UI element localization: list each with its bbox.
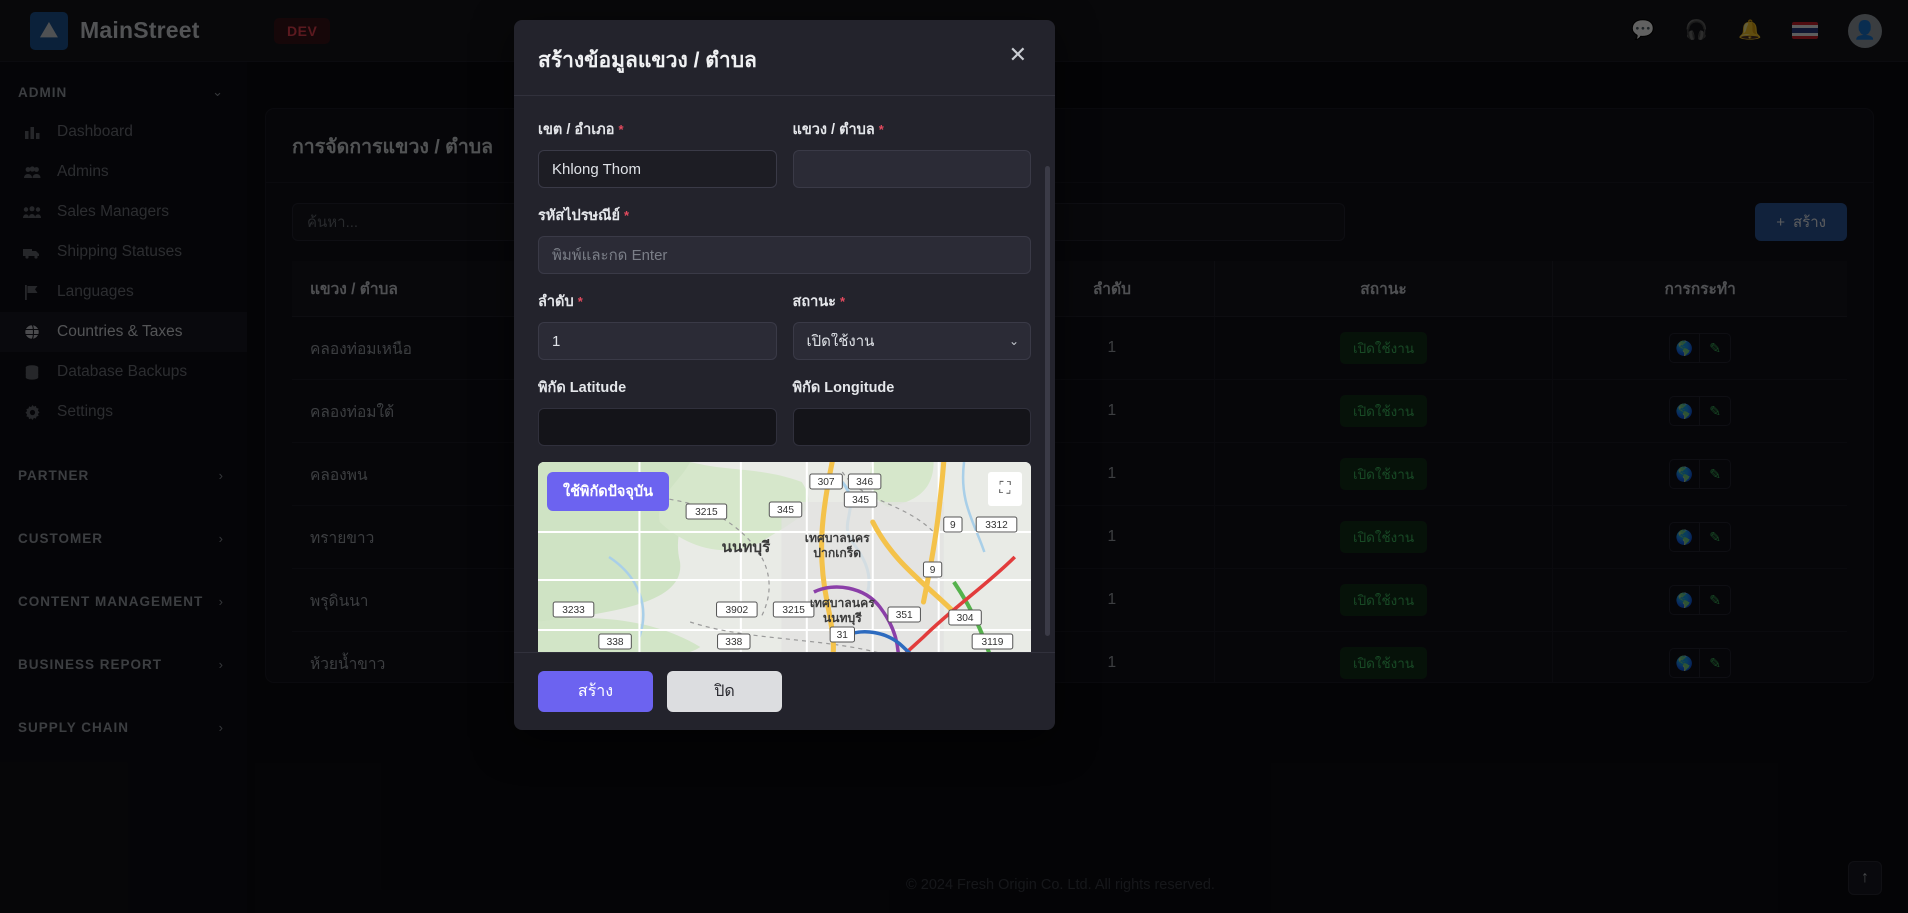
latitude-input[interactable] bbox=[538, 408, 777, 446]
district-label: เขต / อำเภอ * bbox=[538, 118, 777, 141]
longitude-label: พิกัด Longitude bbox=[792, 380, 895, 396]
svg-text:338: 338 bbox=[607, 637, 624, 648]
required-mark: * bbox=[840, 294, 846, 309]
form-row-4: พิกัด Latitude พิกัด Longitude bbox=[538, 376, 1031, 446]
svg-text:345: 345 bbox=[777, 505, 794, 516]
app-root: ⛰ MainStreet DEV 💬 🎧 🔔 👤 ADMIN ⌄ Dashboa bbox=[0, 0, 1908, 913]
order-label: ลำดับ * bbox=[538, 290, 777, 313]
modal-header: สร้างข้อมูลแขวง / ตำบล ✕ bbox=[514, 20, 1055, 96]
route-shield: 3233 bbox=[552, 601, 595, 618]
route-shield: 9 bbox=[943, 516, 963, 533]
field-status: สถานะ * เปิดใช้งานปิดใช้งาน ⌄ bbox=[792, 290, 1032, 360]
route-shield: 338 bbox=[598, 633, 632, 650]
longitude-input[interactable] bbox=[792, 408, 1031, 446]
latitude-label: พิกัด Latitude bbox=[538, 380, 627, 396]
form-row-2: รหัสไปรษณีย์ * bbox=[538, 204, 1031, 274]
field-longitude: พิกัด Longitude bbox=[792, 376, 1031, 446]
svg-text:3312: 3312 bbox=[985, 520, 1008, 531]
form-row-3: ลำดับ * สถานะ * เปิดใช้งานปิดใช้งาน ⌄ bbox=[538, 290, 1031, 360]
order-input[interactable] bbox=[538, 322, 777, 360]
route-shield: 304 bbox=[948, 609, 982, 626]
subdistrict-label: แขวง / ตำบล * bbox=[793, 118, 1032, 141]
svg-text:351: 351 bbox=[896, 610, 913, 621]
svg-text:345: 345 bbox=[852, 495, 869, 506]
status-select[interactable]: เปิดใช้งานปิดใช้งาน bbox=[792, 322, 1031, 360]
district-label-text: เขต / อำเภอ bbox=[538, 122, 615, 138]
modal-title: สร้างข้อมูลแขวง / ตำบล bbox=[538, 49, 757, 72]
required-mark: * bbox=[618, 122, 624, 137]
route-shield: 3119 bbox=[971, 633, 1014, 650]
map-place-label: ปากเกร็ด bbox=[813, 545, 861, 560]
route-shield: 9 bbox=[922, 561, 943, 578]
svg-text:3215: 3215 bbox=[782, 605, 805, 616]
svg-text:346: 346 bbox=[856, 477, 873, 488]
route-shield: 338 bbox=[717, 633, 751, 650]
route-shield: 346 bbox=[847, 473, 882, 490]
fullscreen-icon: ⛶ bbox=[999, 480, 1011, 497]
svg-text:3215: 3215 bbox=[695, 507, 718, 518]
route-shield: 307 bbox=[809, 473, 843, 490]
subdistrict-input[interactable] bbox=[792, 150, 1031, 188]
subdistrict-label-text: แขวง / ตำบล bbox=[792, 122, 875, 138]
status-label-text: สถานะ bbox=[792, 294, 836, 310]
status-label: สถานะ * bbox=[793, 290, 1032, 313]
map-place-label: นนทบุรี bbox=[722, 539, 772, 557]
map-place-label: เทศบาลนคร bbox=[805, 531, 870, 545]
route-shield: 3215 bbox=[685, 503, 728, 520]
field-postcode: รหัสไปรษณีย์ * bbox=[538, 204, 1031, 274]
route-shield: 3312 bbox=[975, 516, 1018, 533]
status-select-wrap: เปิดใช้งานปิดใช้งาน ⌄ bbox=[792, 322, 1031, 360]
route-shield: 31 bbox=[829, 626, 856, 643]
postcode-label-text: รหัสไปรษณีย์ bbox=[538, 208, 620, 224]
svg-text:304: 304 bbox=[957, 613, 974, 624]
required-mark: * bbox=[577, 294, 583, 309]
use-current-location-button[interactable]: ใช้พิกัดปัจจุบัน bbox=[547, 472, 669, 511]
field-subdistrict: แขวง / ตำบล * bbox=[792, 118, 1032, 188]
route-shield: 3902 bbox=[716, 601, 758, 618]
route-shield: 351 bbox=[887, 606, 921, 623]
postcode-input[interactable] bbox=[538, 236, 1031, 274]
route-shield: 345 bbox=[768, 501, 803, 518]
postcode-label: รหัสไปรษณีย์ * bbox=[538, 204, 1031, 227]
svg-text:3233: 3233 bbox=[562, 605, 585, 616]
svg-text:338: 338 bbox=[725, 637, 742, 648]
order-label-text: ลำดับ bbox=[538, 294, 574, 310]
route-shield: 3215 bbox=[772, 601, 815, 618]
district-input[interactable] bbox=[538, 150, 777, 188]
svg-text:3119: 3119 bbox=[982, 637, 1004, 648]
modal-footer: สร้าง ปิด bbox=[514, 652, 1055, 730]
svg-text:307: 307 bbox=[818, 477, 835, 488]
field-order: ลำดับ * bbox=[538, 290, 777, 360]
field-district: เขต / อำเภอ * bbox=[538, 118, 777, 188]
fullscreen-button[interactable]: ⛶ bbox=[988, 472, 1022, 506]
route-shield: 345 bbox=[843, 491, 878, 508]
close-button[interactable]: ปิด bbox=[667, 671, 782, 712]
modal-body: เขต / อำเภอ * แขวง / ตำบล * รหัสไปร bbox=[514, 96, 1055, 652]
svg-text:3902: 3902 bbox=[726, 605, 749, 616]
location-map[interactable]: 307 346 345 345 3215 3312 3233 3902 3215 351 304 33… bbox=[538, 462, 1031, 652]
svg-text:31: 31 bbox=[837, 630, 849, 641]
modal-scrollbar[interactable] bbox=[1045, 166, 1050, 636]
form-row-1: เขต / อำเภอ * แขวง / ตำบล * bbox=[538, 118, 1031, 188]
map-place-label: เทศบาลนคร bbox=[810, 596, 875, 610]
create-subdistrict-modal: สร้างข้อมูลแขวง / ตำบล ✕ เขต / อำเภอ * แ… bbox=[514, 20, 1055, 730]
required-mark: * bbox=[878, 122, 884, 137]
svg-text:9: 9 bbox=[950, 520, 956, 531]
map-place-label: นนทบุรี bbox=[823, 611, 862, 626]
close-icon[interactable]: ✕ bbox=[1009, 44, 1027, 66]
required-mark: * bbox=[624, 208, 630, 223]
field-latitude: พิกัด Latitude bbox=[538, 376, 777, 446]
submit-button[interactable]: สร้าง bbox=[538, 671, 653, 712]
svg-text:9: 9 bbox=[930, 565, 936, 576]
